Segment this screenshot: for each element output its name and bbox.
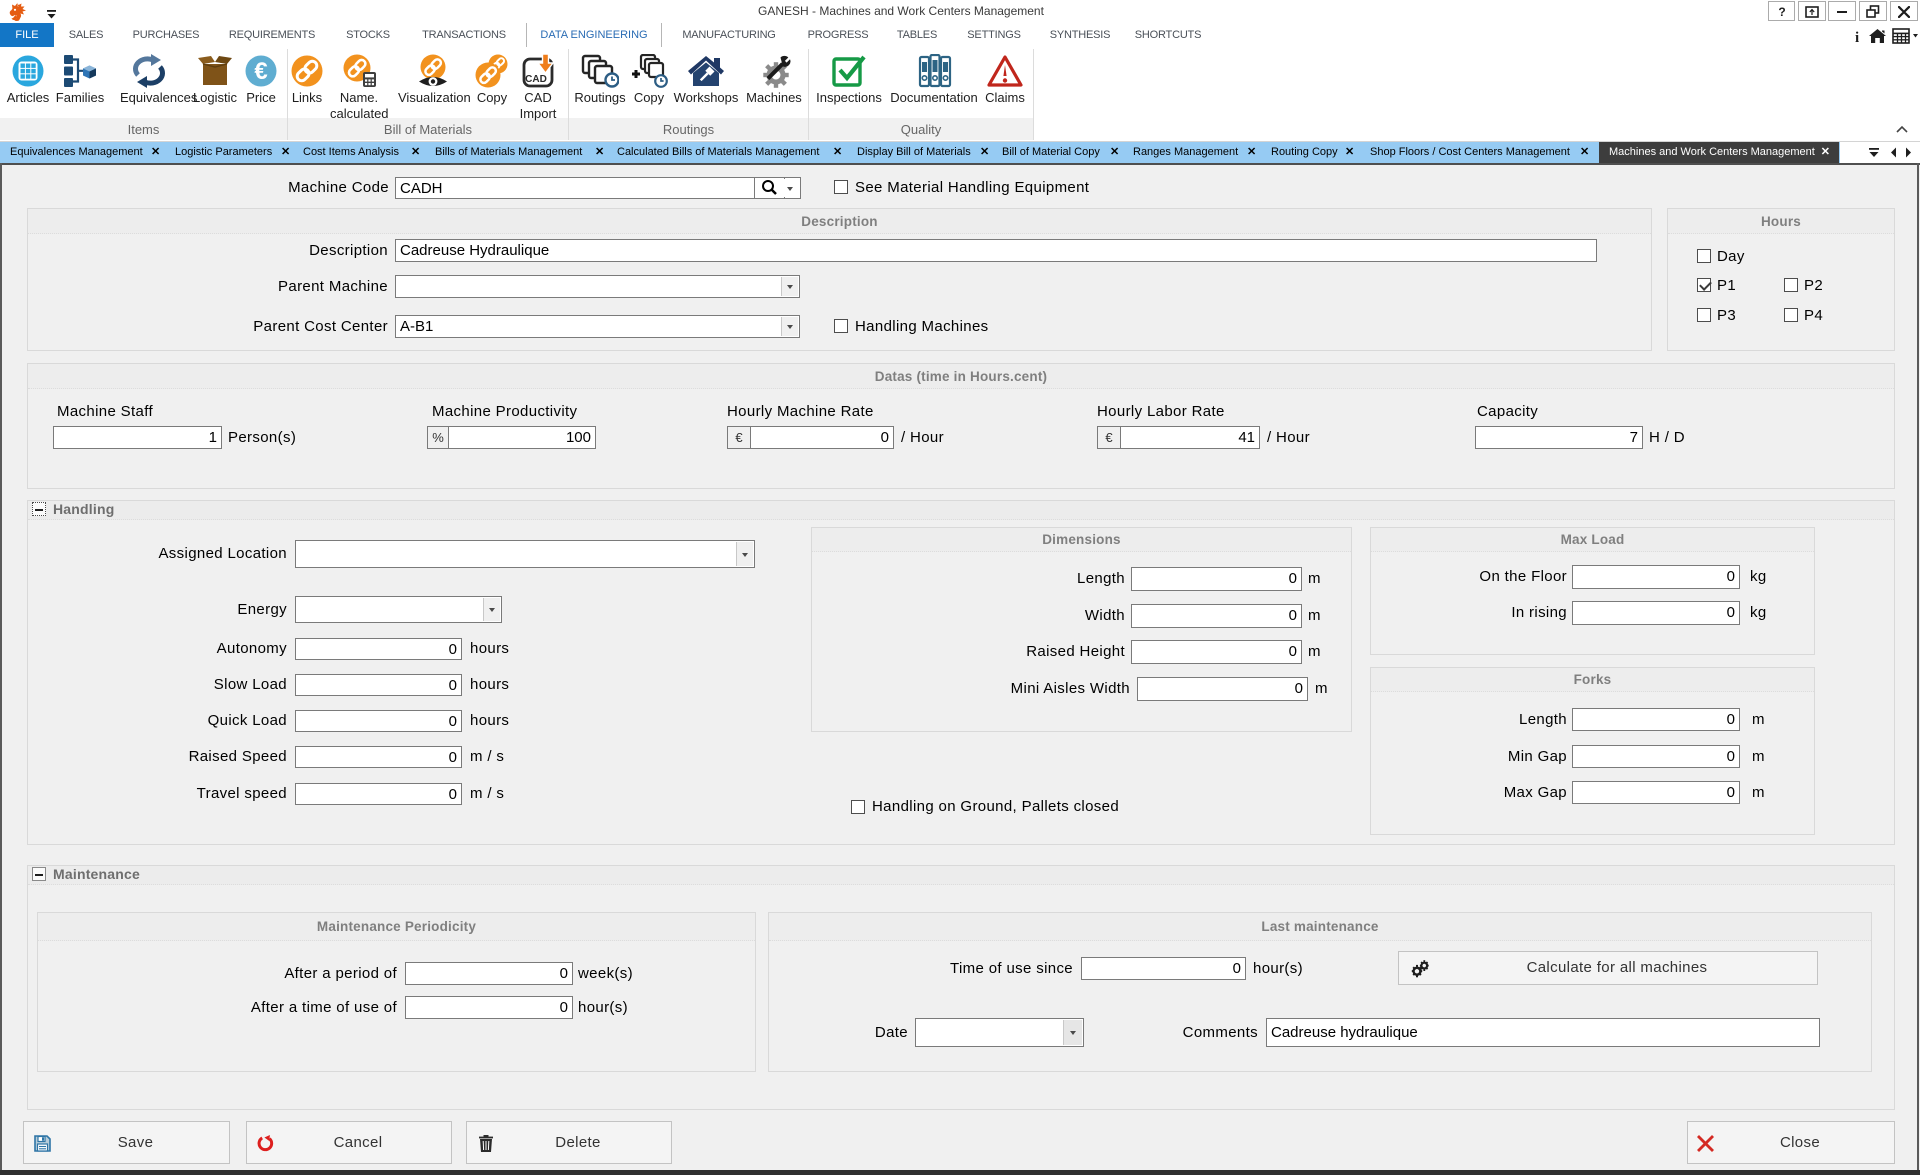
- svg-text:€: €: [254, 58, 267, 85]
- svg-text:i: i: [1855, 30, 1859, 45]
- svg-text:?: ?: [1778, 5, 1785, 19]
- svg-text:CAD: CAD: [525, 74, 547, 85]
